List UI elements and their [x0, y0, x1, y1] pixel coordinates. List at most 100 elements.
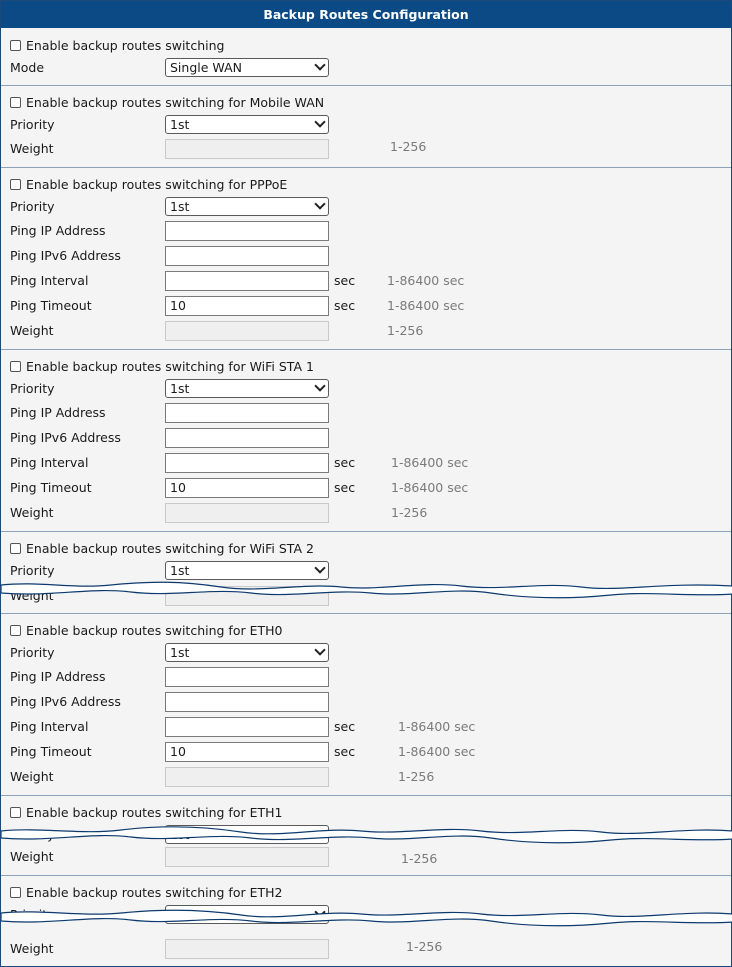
- wifi-sta1-ping-interval-row: Ping Interval sec 1-86400 sec: [1, 450, 731, 475]
- weight-label: Weight: [10, 141, 54, 156]
- interval-range-hint: 1-86400 sec: [387, 273, 465, 288]
- panel-title: Backup Routes Configuration: [263, 7, 469, 22]
- section-divider: [1, 85, 731, 86]
- eth0-ping-timeout-row: Ping Timeout 10 sec 1-86400 sec: [1, 739, 731, 764]
- eth0-ping-interval-row: Ping Interval sec 1-86400 sec: [1, 714, 731, 739]
- section-divider: [1, 349, 731, 350]
- interval-range-hint: 1-86400 sec: [391, 455, 469, 470]
- weight-range-hint: 1-256: [401, 851, 438, 866]
- pppoe-weight-row: Weight 1-256: [1, 318, 731, 343]
- sec-unit: sec: [334, 298, 356, 313]
- priority-select-value: 1st: [170, 199, 190, 214]
- priority-label: Priority: [10, 381, 55, 396]
- wifi-sta1-ping-ip-row: Ping IP Address: [1, 400, 731, 425]
- wifi-sta1-weight-input[interactable]: [165, 503, 329, 523]
- ping-ip-label: Ping IP Address: [10, 405, 106, 420]
- ping-interval-label: Ping Interval: [10, 719, 89, 734]
- enable-pppoe-label: Enable backup routes switching for PPPoE: [26, 176, 288, 192]
- enable-wifi-sta2-checkbox[interactable]: [10, 542, 21, 554]
- enable-eth2-checkbox[interactable]: [10, 886, 21, 898]
- priority-select-value: 1st: [170, 381, 190, 396]
- wifi-sta2-priority-select[interactable]: 1st: [165, 561, 329, 580]
- eth0-ping-ipv6-row: Ping IPv6 Address: [1, 689, 731, 714]
- panel-header: Backup Routes Configuration: [1, 1, 731, 28]
- timeout-range-hint: 1-86400 sec: [391, 480, 469, 495]
- enable-mobile-wan-checkbox[interactable]: [10, 96, 21, 108]
- ping-timeout-label: Ping Timeout: [10, 298, 92, 313]
- wifi-sta1-ping-interval-input[interactable]: [165, 453, 329, 473]
- chevron-down-icon: [314, 59, 326, 71]
- enable-pppoe-checkbox[interactable]: [10, 178, 21, 190]
- ping-timeout-label: Ping Timeout: [10, 480, 92, 495]
- eth0-ping-ip-input[interactable]: [165, 667, 329, 687]
- eth0-ping-ipv6-input[interactable]: [165, 692, 329, 712]
- priority-select-value: 1st: [170, 117, 190, 132]
- wifi-sta1-ping-ip-input[interactable]: [165, 403, 329, 423]
- sec-unit: sec: [334, 719, 356, 734]
- section-divider: [1, 875, 731, 876]
- mode-select[interactable]: Single WAN: [165, 58, 329, 77]
- page-break-tear: [1, 581, 732, 599]
- mobile-wan-priority-select[interactable]: 1st: [165, 115, 329, 134]
- enable-eth1-checkbox[interactable]: [10, 806, 21, 818]
- enable-mobile-wan-checkbox-row[interactable]: Enable backup routes switching for Mobil…: [10, 91, 324, 113]
- wifi-sta1-ping-timeout-input[interactable]: 10: [165, 478, 329, 498]
- ping-timeout-label: Ping Timeout: [10, 744, 92, 759]
- enable-wifi-sta1-checkbox-row[interactable]: Enable backup routes switching for WiFi …: [10, 355, 314, 377]
- ping-timeout-value: 10: [170, 744, 186, 759]
- weight-label: Weight: [10, 849, 54, 864]
- pppoe-priority-row: Priority 1st: [1, 194, 731, 219]
- weight-label: Weight: [10, 323, 54, 338]
- weight-label: Weight: [10, 769, 54, 784]
- pppoe-ping-ip-row: Ping IP Address: [1, 218, 731, 243]
- chevron-down-icon: [314, 116, 326, 128]
- enable-wifi-sta2-checkbox-row[interactable]: Enable backup routes switching for WiFi …: [10, 537, 314, 559]
- eth0-ping-timeout-input[interactable]: 10: [165, 742, 329, 762]
- pppoe-priority-select[interactable]: 1st: [165, 197, 329, 216]
- weight-label: Weight: [10, 941, 54, 956]
- enable-eth0-checkbox-row[interactable]: Enable backup routes switching for ETH0: [10, 619, 282, 641]
- chevron-down-icon: [314, 644, 326, 656]
- pppoe-weight-input[interactable]: [165, 321, 329, 341]
- section-divider: [1, 795, 731, 796]
- ping-ipv6-label: Ping IPv6 Address: [10, 430, 121, 445]
- enable-backup-routes-checkbox-row[interactable]: Enable backup routes switching: [10, 34, 224, 56]
- eth0-ping-ip-row: Ping IP Address: [1, 664, 731, 689]
- priority-label: Priority: [10, 645, 55, 660]
- enable-eth2-checkbox-row[interactable]: Enable backup routes switching for ETH2: [10, 881, 282, 903]
- pppoe-ping-interval-input[interactable]: [165, 271, 329, 291]
- sec-unit: sec: [334, 273, 356, 288]
- weight-range-hint: 1-256: [391, 505, 428, 520]
- enable-eth1-label: Enable backup routes switching for ETH1: [26, 804, 283, 820]
- priority-label: Priority: [10, 199, 55, 214]
- eth0-weight-input[interactable]: [165, 767, 329, 787]
- enable-pppoe-checkbox-row[interactable]: Enable backup routes switching for PPPoE: [10, 173, 287, 195]
- priority-select-value: 1st: [170, 563, 190, 578]
- sec-unit: sec: [334, 480, 356, 495]
- eth0-weight-row: Weight 1-256: [1, 764, 731, 789]
- eth0-ping-interval-input[interactable]: [165, 717, 329, 737]
- wifi-sta1-ping-timeout-row: Ping Timeout 10 sec 1-86400 sec: [1, 475, 731, 500]
- mobile-wan-priority-row: Priority 1st: [1, 112, 731, 137]
- wifi-sta1-ping-ipv6-input[interactable]: [165, 428, 329, 448]
- eth0-priority-select[interactable]: 1st: [165, 643, 329, 662]
- pppoe-ping-ip-input[interactable]: [165, 221, 329, 241]
- wifi-sta1-priority-select[interactable]: 1st: [165, 379, 329, 398]
- page-break-tear: [1, 826, 732, 844]
- chevron-down-icon: [314, 198, 326, 210]
- ping-ipv6-label: Ping IPv6 Address: [10, 694, 121, 709]
- eth1-weight-input[interactable]: [165, 847, 329, 867]
- pppoe-ping-ipv6-input[interactable]: [165, 246, 329, 266]
- chevron-down-icon: [314, 380, 326, 392]
- enable-wifi-sta2-label: Enable backup routes switching for WiFi …: [26, 540, 314, 556]
- enable-eth1-checkbox-row[interactable]: Enable backup routes switching for ETH1: [10, 801, 282, 823]
- enable-wifi-sta1-checkbox[interactable]: [10, 360, 21, 372]
- mobile-wan-weight-input[interactable]: [165, 139, 329, 159]
- pppoe-ping-timeout-input[interactable]: 10: [165, 296, 329, 316]
- ping-interval-label: Ping Interval: [10, 273, 89, 288]
- enable-eth0-checkbox[interactable]: [10, 624, 21, 636]
- wifi-sta1-ping-ipv6-row: Ping IPv6 Address: [1, 425, 731, 450]
- eth2-weight-input[interactable]: [165, 939, 329, 959]
- enable-backup-routes-checkbox[interactable]: [10, 39, 21, 51]
- wifi-sta1-priority-row: Priority 1st: [1, 376, 731, 401]
